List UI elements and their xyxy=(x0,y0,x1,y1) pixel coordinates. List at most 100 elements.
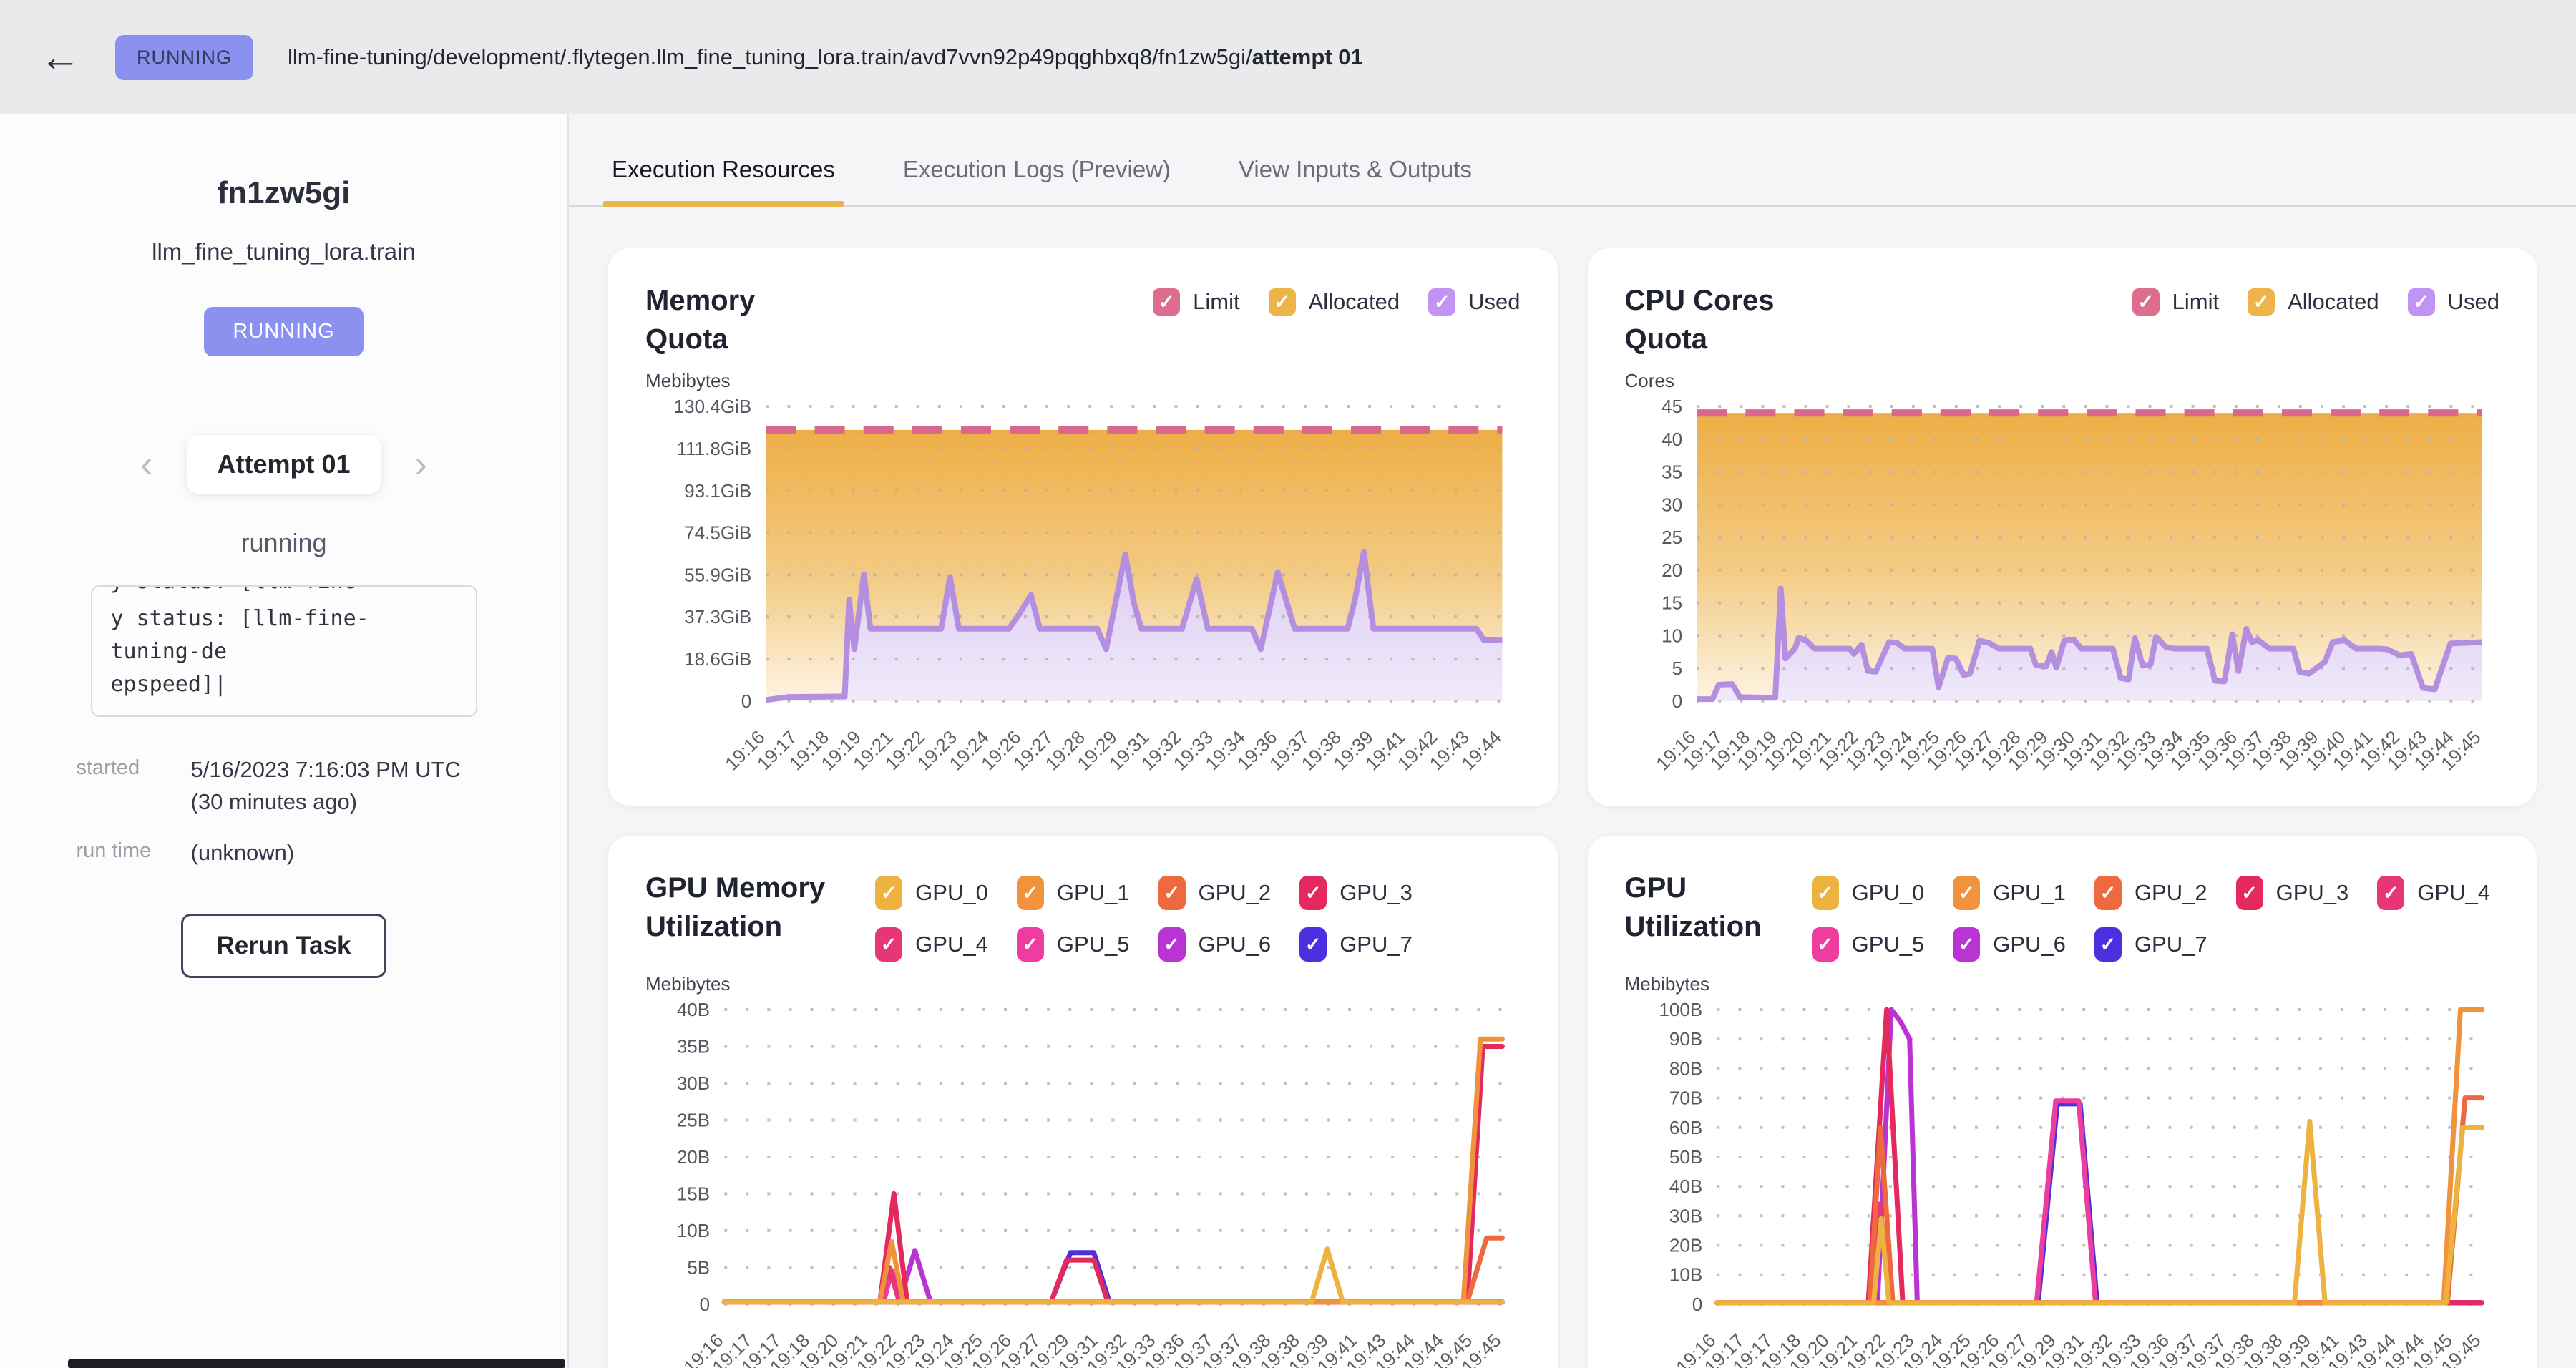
axis-unit-label: Mebibytes xyxy=(645,370,1521,392)
legend-item-limit[interactable]: ✓ Limit xyxy=(1153,288,1239,316)
chart-plot-gpu-utilization: 100B90B80B70B60B50B40B30B20B10B019:1619:… xyxy=(1625,1000,2500,1368)
legend-item-gpu_0[interactable]: ✓GPU_0 xyxy=(1812,876,1925,910)
svg-text:0: 0 xyxy=(700,1294,711,1315)
checkbox-checked-icon[interactable]: ✓ xyxy=(2408,288,2435,316)
svg-text:30B: 30B xyxy=(1669,1205,1702,1226)
legend-label: GPU_2 xyxy=(2135,880,2207,906)
checkbox-checked-icon[interactable]: ✓ xyxy=(1269,288,1296,316)
checkbox-checked-icon[interactable]: ✓ xyxy=(1299,876,1327,910)
checkbox-checked-icon[interactable]: ✓ xyxy=(1953,927,1980,962)
svg-text:10B: 10B xyxy=(677,1220,710,1241)
legend-item-limit[interactable]: ✓Limit xyxy=(2132,288,2219,316)
breadcrumb-path: llm-fine-tuning/development/.flytegen.ll… xyxy=(288,44,1252,69)
legend-item-used[interactable]: ✓Used xyxy=(1428,288,1520,316)
legend-item-gpu_2[interactable]: ✓ GPU_2 xyxy=(2094,876,2207,910)
legend-item-gpu_6[interactable]: ✓GPU_6 xyxy=(1158,927,1272,962)
checkbox-checked-icon[interactable]: ✓ xyxy=(875,927,902,962)
checkbox-checked-icon[interactable]: ✓ xyxy=(2094,876,2122,910)
chart-title-memory-quota: MemoryQuota xyxy=(645,281,755,358)
code-line: y status: [llm-fine-tuning-de xyxy=(111,602,457,668)
attempt-label[interactable]: Attempt 01 xyxy=(187,435,380,494)
checkbox-checked-icon[interactable]: ✓ xyxy=(2236,876,2263,910)
svg-text:60B: 60B xyxy=(1669,1117,1702,1138)
chart-card-cpu-quota: CPU CoresQuota✓Limit✓Allocated✓UsedCores… xyxy=(1588,248,2537,806)
task-name: llm_fine_tuning_lora.train xyxy=(0,238,567,265)
checkbox-checked-icon[interactable]: ✓ xyxy=(1017,927,1044,962)
legend-item-gpu_0[interactable]: ✓GPU_0 xyxy=(875,876,988,910)
svg-text:35: 35 xyxy=(1662,461,1682,483)
rerun-task-button[interactable]: Rerun Task xyxy=(181,914,386,978)
axis-unit-label: Cores xyxy=(1625,370,2500,392)
svg-text:20B: 20B xyxy=(1669,1235,1702,1256)
checkbox-checked-icon[interactable]: ✓ xyxy=(1428,288,1455,316)
legend-item-gpu_5[interactable]: ✓GPU_5 xyxy=(1017,927,1130,962)
checkbox-checked-icon[interactable]: ✓ xyxy=(1158,927,1186,962)
checkbox-checked-icon[interactable]: ✓ xyxy=(2132,288,2160,316)
legend-item-gpu_2[interactable]: ✓ GPU_2 xyxy=(1158,876,1272,910)
svg-text:5B: 5B xyxy=(687,1257,710,1279)
legend-item-gpu_7[interactable]: ✓GPU_7 xyxy=(2094,927,2207,962)
horizontal-scrollbar[interactable] xyxy=(68,1359,565,1368)
axis-unit-label: Mebibytes xyxy=(1625,973,2500,995)
checkbox-checked-icon[interactable]: ✓ xyxy=(1158,876,1186,910)
legend-item-gpu_5[interactable]: ✓ GPU_5 xyxy=(1812,927,1925,962)
meta-label: run time xyxy=(77,837,191,869)
checkbox-checked-icon[interactable]: ✓ xyxy=(1812,927,1839,962)
svg-text:0: 0 xyxy=(1692,1294,1702,1315)
back-arrow-icon[interactable]: ← xyxy=(39,36,81,78)
svg-text:25B: 25B xyxy=(677,1110,710,1131)
meta-row-started: started 5/16/2023 7:16:03 PM UTC (30 min… xyxy=(77,754,492,819)
top-bar: ← RUNNING llm-fine-tuning/development/.f… xyxy=(0,0,2576,114)
chart-card-memory-quota: MemoryQuota ✓ Limit ✓Allocated ✓Used Mebibyte… xyxy=(608,248,1558,806)
status-message-box[interactable]: y status: [llm-fine-tuning-de y status: … xyxy=(91,585,477,717)
next-attempt-icon[interactable]: › xyxy=(415,446,427,483)
legend-label: GPU_5 xyxy=(1852,932,1925,957)
legend-item-gpu_4[interactable]: ✓ GPU_4 xyxy=(875,927,988,962)
tab-execution-resources[interactable]: Execution Resources xyxy=(612,156,835,205)
previous-attempt-icon[interactable]: ‹ xyxy=(140,446,152,483)
chart-card-grid: MemoryQuota✓Limit✓Allocated✓UsedMebibyte… xyxy=(569,207,2576,1368)
checkbox-checked-icon[interactable]: ✓ xyxy=(2094,927,2122,962)
chart-legend: ✓ Limit ✓Allocated ✓Used xyxy=(755,281,1520,358)
legend-item-gpu_3[interactable]: ✓GPU_3 xyxy=(2236,876,2349,910)
checkbox-checked-icon[interactable]: ✓ xyxy=(2248,288,2275,316)
chart-card-gpu-memory-utilization: GPU MemoryUtilization✓GPU_0✓GPU_1✓GPU_2✓… xyxy=(608,836,1558,1368)
checkbox-checked-icon[interactable]: ✓ xyxy=(2377,876,2404,910)
tab-view-inputs-outputs[interactable]: View Inputs & Outputs xyxy=(1239,156,1472,205)
legend-item-gpu_3[interactable]: ✓GPU_3 xyxy=(1299,876,1413,910)
checkbox-checked-icon[interactable]: ✓ xyxy=(1017,876,1044,910)
legend-item-allocated[interactable]: ✓Allocated xyxy=(1269,288,1400,316)
breadcrumb-current: attempt 01 xyxy=(1252,44,1363,69)
svg-text:15B: 15B xyxy=(677,1183,710,1205)
legend-item-allocated[interactable]: ✓Allocated xyxy=(2248,288,2379,316)
legend-item-gpu_7[interactable]: ✓ GPU_7 xyxy=(1299,927,1413,962)
svg-text:0: 0 xyxy=(741,690,752,712)
tab-execution-logs[interactable]: Execution Logs (Preview) xyxy=(903,156,1171,205)
run-metadata: started 5/16/2023 7:16:03 PM UTC (30 min… xyxy=(77,754,492,869)
checkbox-checked-icon[interactable]: ✓ xyxy=(1153,288,1180,316)
legend-label: Limit xyxy=(1193,289,1239,315)
meta-label: started xyxy=(77,754,191,819)
legend-label: GPU_7 xyxy=(1340,932,1413,957)
chart-plot-gpu-memory-utilization: 40B35B30B25B20B15B10B5B019:1619:1719:171… xyxy=(645,1000,1521,1368)
legend-item-gpu_6[interactable]: ✓GPU_6 xyxy=(1953,927,2066,962)
legend-item-gpu_1[interactable]: ✓GPU_1 xyxy=(1953,876,2066,910)
svg-text:20B: 20B xyxy=(677,1146,710,1168)
svg-text:20: 20 xyxy=(1662,560,1682,581)
legend-label: Used xyxy=(2448,289,2499,315)
checkbox-checked-icon[interactable]: ✓ xyxy=(875,876,902,910)
legend-item-gpu_1[interactable]: ✓ GPU_1 xyxy=(1017,876,1130,910)
checkbox-checked-icon[interactable]: ✓ xyxy=(1812,876,1839,910)
legend-label: GPU_1 xyxy=(1057,880,1130,906)
svg-text:130.4GiB: 130.4GiB xyxy=(674,396,752,417)
svg-text:93.1GiB: 93.1GiB xyxy=(684,480,751,502)
legend-label: GPU_4 xyxy=(915,932,988,957)
checkbox-checked-icon[interactable]: ✓ xyxy=(1299,927,1327,962)
svg-text:37.3GiB: 37.3GiB xyxy=(684,606,751,627)
svg-text:80B: 80B xyxy=(1669,1058,1702,1080)
chart-legend: ✓Limit✓Allocated✓Used xyxy=(1774,281,2499,358)
legend-label: GPU_2 xyxy=(1199,880,1272,906)
legend-item-gpu_4[interactable]: ✓GPU_4 xyxy=(2377,876,2490,910)
legend-item-used[interactable]: ✓ Used xyxy=(2408,288,2499,316)
checkbox-checked-icon[interactable]: ✓ xyxy=(1953,876,1980,910)
